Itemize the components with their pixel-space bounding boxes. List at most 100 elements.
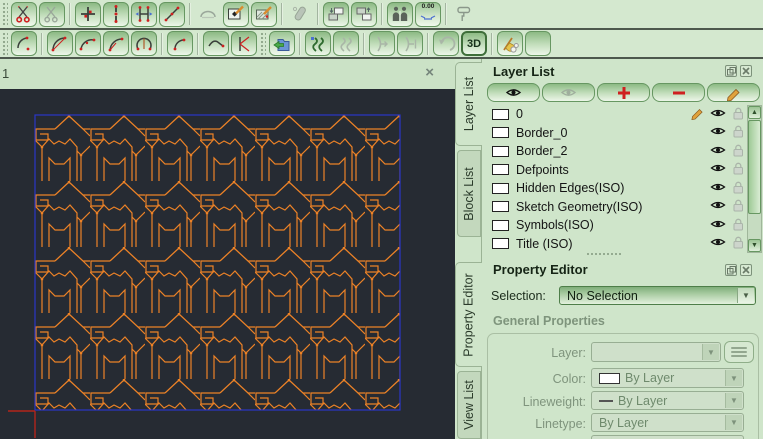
dropdown-arrow-icon[interactable]: ▼ [737, 288, 754, 303]
toolbar-separator [317, 3, 319, 25]
layer-list-float-button[interactable] [725, 65, 737, 77]
tab-view-list[interactable]: View List [457, 371, 481, 439]
edit-attributes-button[interactable] [223, 1, 249, 27]
layer-visibility-eye-icon[interactable] [710, 144, 726, 159]
order-top-button[interactable] [323, 1, 349, 27]
layer-row[interactable]: Border_0 [487, 124, 747, 143]
arc-chord-button[interactable] [75, 31, 101, 56]
add-layer-button[interactable] [597, 83, 650, 102]
layer-color-swatch[interactable] [492, 182, 509, 194]
view-3d-button[interactable]: 3D [461, 31, 487, 56]
arc-reverse-button[interactable] [203, 31, 229, 56]
layer-lock-icon[interactable] [731, 143, 745, 160]
import-block-button[interactable] [269, 31, 295, 56]
eraser-button[interactable] [287, 2, 313, 27]
lengthen-button[interactable] [103, 1, 129, 27]
polyline-append-button[interactable] [369, 31, 395, 56]
layer-color-swatch[interactable] [492, 127, 509, 139]
layer-color-swatch[interactable] [492, 145, 509, 157]
remove-layer-button[interactable] [652, 83, 705, 102]
trim-scissors-button[interactable] [11, 1, 37, 27]
drawing-close-icon[interactable]: × [425, 64, 434, 81]
layer-visibility-eye-icon[interactable] [710, 181, 726, 196]
drawing-canvas[interactable] [0, 89, 455, 439]
layer-row[interactable]: Title (ISO) [487, 235, 747, 254]
order-bottom-button[interactable] [351, 1, 377, 27]
layer-visibility-eye-icon[interactable] [710, 236, 726, 251]
show-all-layers-button[interactable] [487, 83, 540, 102]
layer-row[interactable]: Hidden Edges(ISO) [487, 179, 747, 198]
arc-start-end-button[interactable] [47, 31, 73, 56]
dropdown-arrow-icon[interactable]: ▼ [725, 393, 742, 408]
layer-color-swatch[interactable] [492, 238, 509, 250]
layer-lock-icon[interactable] [731, 106, 745, 123]
property-editor-float-button[interactable] [725, 264, 737, 276]
linetype-field-combo[interactable]: By Layer ▼ [591, 413, 744, 432]
toolbar-drag-handle[interactable] [2, 2, 8, 26]
layer-visibility-eye-icon[interactable] [710, 218, 726, 233]
tab-property-editor[interactable]: Property Editor [455, 262, 482, 367]
arc-continue-button[interactable] [167, 31, 193, 56]
layer-color-swatch[interactable] [492, 164, 509, 176]
layer-lock-icon[interactable] [731, 217, 745, 234]
layer-visibility-eye-icon[interactable] [710, 107, 726, 122]
tab-block-list[interactable]: Block List [457, 150, 481, 237]
layer-row[interactable]: Symbols(ISO) [487, 216, 747, 235]
layer-visibility-eye-icon[interactable] [710, 199, 726, 214]
dropdown-arrow-icon[interactable]: ▼ [725, 370, 742, 386]
scrollbar-thumb[interactable] [748, 120, 761, 214]
arc-angle-button[interactable] [231, 31, 257, 56]
layer-menu-button[interactable] [724, 341, 754, 363]
trim-two-button[interactable] [75, 1, 101, 27]
scroll-down-button[interactable]: ▼ [748, 239, 761, 252]
layer-row[interactable]: Sketch Geometry(ISO) [487, 198, 747, 217]
layer-lock-icon[interactable] [731, 161, 745, 178]
property-editor-close-button[interactable] [740, 264, 752, 276]
trim-scissors-disabled-button[interactable] [39, 1, 65, 27]
toolbar-drag-handle[interactable] [260, 31, 266, 56]
color-field-combo[interactable]: By Layer ▼ [591, 368, 744, 388]
modify-layer-pencil-icon [726, 88, 740, 101]
layer-color-swatch[interactable] [492, 108, 509, 120]
divide-button[interactable] [159, 1, 185, 27]
arc-tangent-button[interactable] [103, 31, 129, 56]
layer-row[interactable]: 0 [487, 105, 747, 124]
layer-lock-icon[interactable] [731, 198, 745, 215]
toolbar-drag-handle[interactable] [2, 31, 8, 56]
layer-field-combo[interactable]: ▼ [591, 342, 721, 362]
edit-hatch-button[interactable] [251, 1, 277, 27]
toggle-visibility-button[interactable] [387, 1, 413, 27]
layer-list-scrollbar[interactable]: ▲ ▼ [747, 105, 762, 253]
scroll-up-button[interactable]: ▲ [748, 106, 761, 119]
layer-color-swatch[interactable] [492, 201, 509, 213]
layer-lock-icon[interactable] [731, 180, 745, 197]
polyline-trim-button[interactable] [397, 31, 423, 56]
empty-slot-button[interactable] [525, 31, 551, 56]
layer-lock-icon[interactable] [731, 124, 745, 141]
dropdown-arrow-icon[interactable]: ▼ [702, 344, 719, 360]
polyline-add-node-button[interactable] [333, 31, 359, 56]
lineweight-field-combo[interactable]: By Layer ▼ [591, 391, 744, 410]
layer-color-swatch[interactable] [492, 219, 509, 231]
layer-list-close-button[interactable] [740, 65, 752, 77]
stretch-button[interactable] [131, 1, 157, 27]
selection-combo[interactable]: No Selection ▼ [559, 286, 756, 305]
partial-field-combo[interactable] [591, 435, 744, 439]
tab-layer-list[interactable]: Layer List [455, 62, 482, 146]
arc-point-button[interactable] [11, 31, 37, 56]
layer-row[interactable]: Defpoints [487, 161, 747, 180]
tolerance-button[interactable]: 0.00 [415, 1, 441, 27]
clean-drawing-button[interactable] [497, 31, 523, 56]
modify-layer-button[interactable] [707, 83, 760, 102]
layer-visibility-eye-icon[interactable] [710, 125, 726, 140]
layer-visibility-eye-icon[interactable] [710, 162, 726, 177]
paint-roller-button[interactable] [451, 2, 477, 27]
layer-row[interactable]: Border_2 [487, 142, 747, 161]
arc-center-button[interactable] [131, 31, 157, 56]
polyline-create-button[interactable] [305, 31, 331, 56]
hide-all-layers-button[interactable] [542, 83, 595, 102]
ellipse-arc-button[interactable] [195, 2, 221, 27]
undo-segment-button[interactable] [433, 31, 459, 56]
dropdown-arrow-icon[interactable]: ▼ [725, 415, 742, 430]
layer-lock-icon[interactable] [731, 235, 745, 252]
